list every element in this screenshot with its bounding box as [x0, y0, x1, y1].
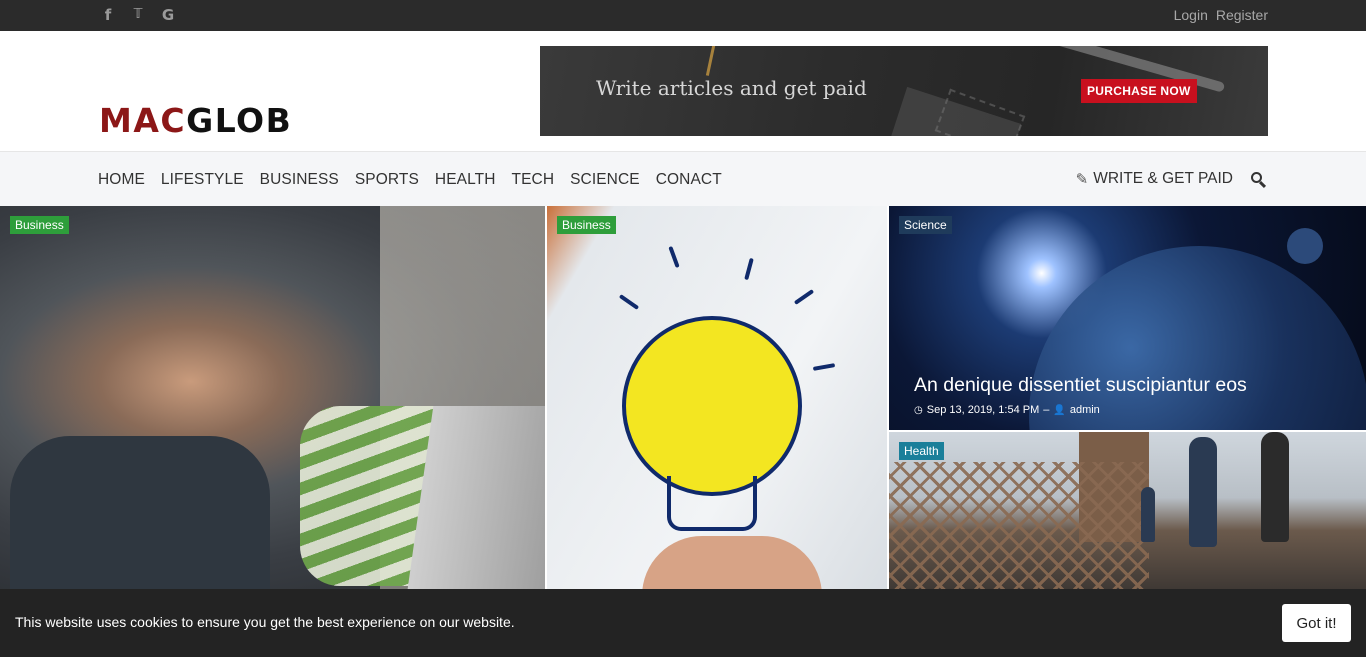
pencil-icon: ✎	[1075, 170, 1089, 188]
post-image-earth	[1029, 246, 1366, 430]
post-image-hand	[642, 536, 822, 596]
spiral-image	[934, 88, 1026, 136]
post-title[interactable]: An denique dissentiet suscipiantur eos	[914, 374, 1247, 397]
featured-post-1[interactable]: Business	[0, 206, 545, 596]
meta-separator: –	[1043, 404, 1050, 416]
ad-banner[interactable]: Write articles and get paid PURCHASE NOW	[540, 46, 1268, 136]
nav-item-health[interactable]: HEALTH	[435, 171, 496, 189]
post-image-moon	[1287, 228, 1323, 264]
write-get-paid-link[interactable]: ✎ WRITE & GET PAID	[1076, 170, 1233, 188]
category-badge[interactable]: Science	[899, 216, 952, 234]
featured-post-2[interactable]: Business	[547, 206, 887, 596]
login-link[interactable]: Login	[1174, 7, 1208, 23]
category-badge[interactable]: Business	[557, 216, 616, 234]
nav-actions: ✎ WRITE & GET PAID	[1076, 170, 1267, 188]
facebook-icon[interactable]: f	[100, 6, 116, 24]
auth-links: Login Register	[1174, 7, 1268, 23]
social-links: f 𝕋 G	[100, 6, 176, 24]
nav-item-lifestyle[interactable]: LIFESTYLE	[161, 171, 244, 189]
search-icon[interactable]	[1251, 171, 1267, 188]
site-logo[interactable]: MACGLOB	[99, 103, 292, 139]
post-image-lightbulb	[622, 316, 802, 496]
post-image-boy	[10, 436, 270, 596]
nav-item-home[interactable]: HOME	[98, 171, 145, 189]
post-date: Sep 13, 2019, 1:54 PM	[926, 404, 1040, 416]
google-icon[interactable]: G	[160, 6, 176, 24]
cookie-message: This website uses cookies to ensure you …	[15, 614, 515, 630]
top-bar: f 𝕋 G Login Register	[0, 0, 1366, 31]
nav-item-business[interactable]: BUSINESS	[260, 171, 339, 189]
post-meta: ◷ Sep 13, 2019, 1:54 PM – 👤 admin	[914, 404, 1100, 416]
site-header: MACGLOB Write articles and get paid PURC…	[0, 31, 1366, 151]
featured-posts-grid: Business Business Science An denique dis…	[0, 206, 1366, 596]
category-badge[interactable]: Health	[899, 442, 944, 460]
post-image-ray	[793, 289, 815, 305]
nav-item-tech[interactable]: TECH	[512, 171, 555, 189]
post-image-ray	[668, 245, 680, 269]
post-image-runner	[1261, 432, 1289, 542]
category-badge[interactable]: Business	[10, 216, 69, 234]
clock-icon: ◷	[914, 404, 923, 416]
post-image-ray	[618, 294, 640, 310]
cookie-banner: This website uses cookies to ensure you …	[0, 589, 1366, 657]
nav-item-sports[interactable]: SPORTS	[355, 171, 419, 189]
nav-item-contact[interactable]: CONACT	[656, 171, 722, 189]
logo-part-mac: MAC	[99, 101, 187, 140]
write-get-paid-label: WRITE & GET PAID	[1093, 170, 1233, 187]
banner-headline: Write articles and get paid	[596, 76, 867, 100]
post-image-bridge-fence	[889, 462, 1149, 596]
post-image-runner	[1189, 437, 1217, 547]
post-author[interactable]: admin	[1070, 404, 1100, 416]
nav-item-science[interactable]: SCIENCE	[570, 171, 640, 189]
pencil-image	[705, 46, 718, 76]
nav-menu: HOME LIFESTYLE BUSINESS SPORTS HEALTH TE…	[98, 171, 722, 189]
post-image-bulb-base	[667, 476, 757, 531]
purchase-now-button[interactable]: PURCHASE NOW	[1081, 79, 1197, 103]
cookie-accept-button[interactable]: Got it!	[1282, 604, 1351, 642]
register-link[interactable]: Register	[1216, 7, 1268, 23]
featured-post-4[interactable]: Health	[889, 432, 1366, 596]
logo-part-glob: GLOB	[186, 101, 293, 140]
user-icon: 👤	[1053, 404, 1066, 416]
post-image-ray	[744, 257, 754, 281]
post-image-runner	[1141, 487, 1155, 542]
post-image-ray	[812, 363, 836, 371]
twitter-icon[interactable]: 𝕋	[130, 6, 146, 24]
featured-post-3[interactable]: Science An denique dissentiet suscipiant…	[889, 206, 1366, 430]
main-navigation: HOME LIFESTYLE BUSINESS SPORTS HEALTH TE…	[0, 151, 1366, 206]
